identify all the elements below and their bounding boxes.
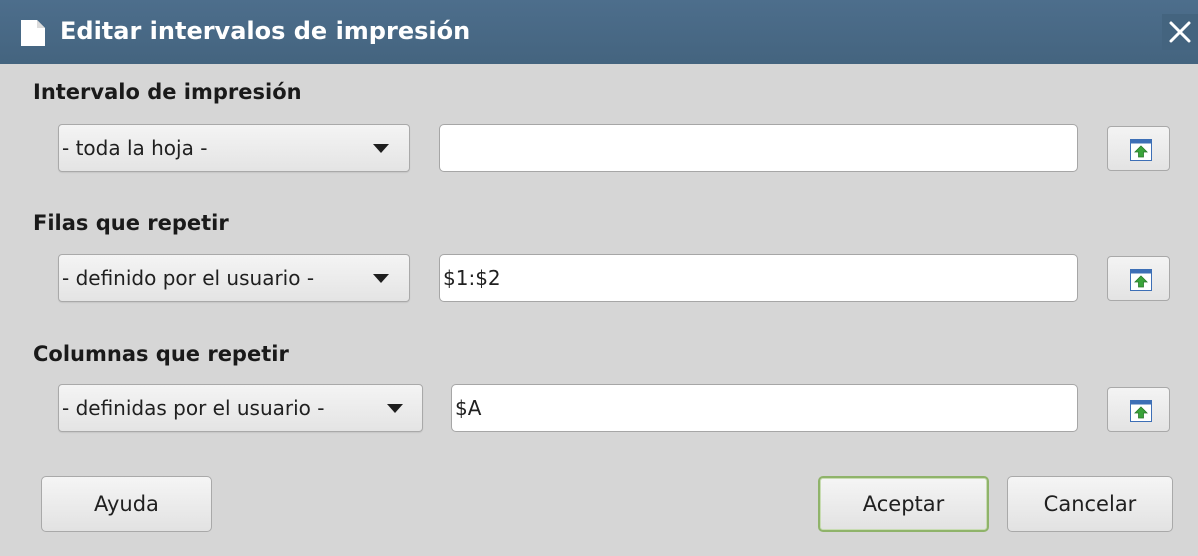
ok-button[interactable]: Aceptar <box>818 476 989 532</box>
columns-repeat-dropdown[interactable]: - definidas por el usuario - <box>58 384 423 432</box>
chevron-down-icon <box>373 144 389 153</box>
dialog-body: Intervalo de impresión - toda la hoja - … <box>0 64 1198 556</box>
shrink-dialog-icon <box>1130 269 1152 291</box>
dialog-title: Editar intervalos de impresión <box>60 17 471 45</box>
columns-repeat-shrink-button[interactable] <box>1107 387 1170 432</box>
cancel-button[interactable]: Cancelar <box>1007 476 1173 532</box>
columns-repeat-input[interactable] <box>455 393 1070 423</box>
rows-repeat-dropdown[interactable]: - definido por el usuario - <box>58 254 410 302</box>
print-range-field[interactable] <box>439 124 1078 172</box>
close-icon[interactable] <box>1162 14 1198 50</box>
columns-repeat-label: Columnas que repetir <box>33 342 289 366</box>
title-bar: Editar intervalos de impresión <box>0 0 1198 64</box>
shrink-dialog-icon <box>1130 400 1152 422</box>
help-button[interactable]: Ayuda <box>41 476 212 532</box>
document-icon <box>21 20 45 46</box>
print-range-label: Intervalo de impresión <box>33 80 302 104</box>
print-range-dropdown[interactable]: - toda la hoja - <box>58 124 410 172</box>
rows-repeat-dropdown-value: - definido por el usuario - <box>62 266 315 290</box>
columns-repeat-field[interactable] <box>451 384 1078 432</box>
shrink-dialog-icon <box>1130 139 1152 161</box>
print-range-dropdown-value: - toda la hoja - <box>62 136 208 160</box>
print-range-input[interactable] <box>443 133 1070 163</box>
chevron-down-icon <box>387 404 403 413</box>
rows-repeat-shrink-button[interactable] <box>1107 256 1170 301</box>
chevron-down-icon <box>373 274 389 283</box>
rows-repeat-input[interactable] <box>443 263 1070 293</box>
print-range-shrink-button[interactable] <box>1107 126 1170 171</box>
rows-repeat-field[interactable] <box>439 254 1078 302</box>
rows-repeat-label: Filas que repetir <box>33 211 229 235</box>
columns-repeat-dropdown-value: - definidas por el usuario - <box>62 396 325 420</box>
